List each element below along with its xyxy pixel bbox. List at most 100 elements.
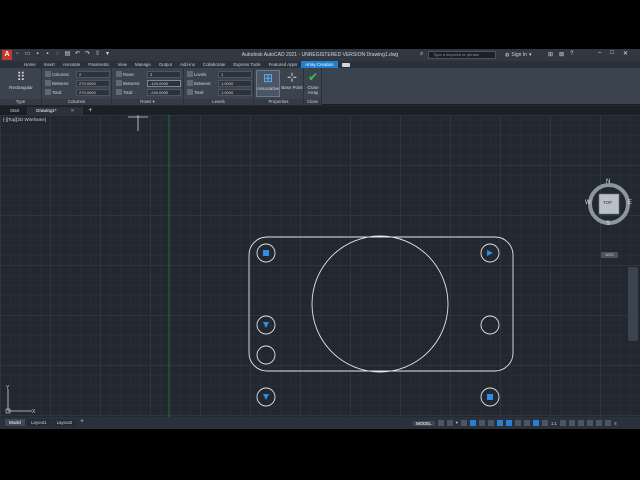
- tab-collaborate[interactable]: Collaborate: [199, 61, 229, 68]
- panel-title-rows[interactable]: Rows ▾: [112, 99, 183, 105]
- tab-add-ins[interactable]: Add-ins: [176, 61, 199, 68]
- close-array-button[interactable]: ✔ Close Array: [304, 70, 322, 95]
- doc-tab-drawing[interactable]: Drawing1* ✕: [28, 107, 84, 115]
- rows-between-row: Between: -120.0000: [116, 79, 181, 87]
- annotation-visibility-icon[interactable]: [541, 420, 548, 426]
- qat-dropdown-icon[interactable]: ▾: [104, 51, 111, 58]
- infer-constraints-icon[interactable]: [460, 420, 467, 426]
- compass-south[interactable]: S: [606, 221, 610, 227]
- levels-count-input[interactable]: 1: [218, 70, 252, 78]
- print-icon[interactable]: ▤: [64, 51, 71, 58]
- save-icon[interactable]: ▪: [34, 51, 41, 58]
- isolate-objects-icon[interactable]: [595, 420, 602, 426]
- rows-count-input[interactable]: 3: [147, 70, 181, 78]
- levels-total-row: Total: 1.0000: [187, 88, 252, 96]
- column-spacing-grip[interactable]: [487, 250, 493, 256]
- panel-title-close: Close: [304, 99, 321, 105]
- app-menu-button[interactable]: A: [2, 50, 12, 60]
- levels-between-input[interactable]: 1.0000: [218, 79, 252, 87]
- redo-icon[interactable]: ↷: [84, 51, 91, 58]
- hole-bottom-left[interactable]: [256, 345, 276, 365]
- tab-view[interactable]: View: [114, 61, 131, 68]
- layout-tab-layout1[interactable]: Layout1: [26, 419, 51, 426]
- levels-total-input[interactable]: 1.0000: [218, 88, 252, 96]
- share-icon[interactable]: ⇧: [94, 51, 101, 58]
- compass-east[interactable]: E: [628, 200, 632, 206]
- new-drawing-tab-button[interactable]: +: [83, 107, 97, 115]
- polar-icon[interactable]: [478, 420, 485, 426]
- search-input[interactable]: Type a keyword or phrase: [428, 51, 496, 59]
- viewcube[interactable]: TOP N S E W: [582, 179, 636, 238]
- base-point-icon: ⊹: [286, 70, 298, 84]
- isodraft-icon[interactable]: [487, 420, 494, 426]
- row-count-grip[interactable]: [263, 394, 269, 400]
- rectangular-button[interactable]: ⠿ Rectangular: [3, 70, 39, 90]
- columns-between-icon: [45, 80, 51, 86]
- annotation-monitor-icon[interactable]: [568, 420, 575, 426]
- wcs-menu[interactable]: WCS: [601, 252, 618, 258]
- layout-tab-layout2[interactable]: Layout2: [52, 419, 77, 426]
- tab-manage[interactable]: Manage: [131, 61, 155, 68]
- drawing-canvas[interactable]: [-][Top][2D Wireframe] Y X TOP N S E W W…: [0, 115, 640, 417]
- rows-total-input[interactable]: -240.0000: [147, 88, 181, 96]
- viewcube-top-label[interactable]: TOP: [603, 200, 612, 205]
- rows-between-input[interactable]: -120.0000: [147, 79, 181, 87]
- columns-count-input[interactable]: 2: [76, 70, 110, 78]
- clean-screen-icon[interactable]: [604, 420, 611, 426]
- tab-express-tools[interactable]: Express Tools: [229, 61, 264, 68]
- tab-output[interactable]: Output: [155, 61, 176, 68]
- tab-featured-apps[interactable]: Featured Apps: [265, 61, 302, 68]
- maximize-icon[interactable]: □: [610, 50, 614, 57]
- associative-button[interactable]: ⊞ Associative: [256, 70, 280, 97]
- base-grip[interactable]: [263, 250, 269, 256]
- help-icon[interactable]: ?: [570, 51, 573, 58]
- quick-properties-icon[interactable]: [586, 420, 593, 426]
- minimize-icon[interactable]: –: [598, 50, 601, 57]
- undo-icon[interactable]: ↶: [74, 51, 81, 58]
- save-as-icon[interactable]: ▪: [44, 51, 51, 58]
- row-spacing-grip[interactable]: [263, 322, 269, 328]
- layout-tab-model[interactable]: Model: [5, 419, 25, 426]
- compass-north[interactable]: N: [606, 179, 610, 185]
- snap-icon[interactable]: [446, 420, 453, 426]
- selection-cycling-icon[interactable]: [532, 420, 539, 426]
- model-space-button[interactable]: MODEL: [413, 420, 435, 426]
- close-icon[interactable]: ✕: [71, 108, 75, 113]
- sign-in-button[interactable]: ◍ Sign In ▾: [505, 52, 531, 58]
- columns-between-input[interactable]: 270.0000: [76, 79, 110, 87]
- snap-dropdown-icon[interactable]: ▾: [456, 420, 458, 426]
- workspace-gear-icon[interactable]: [559, 420, 566, 426]
- close-window-icon[interactable]: ✕: [623, 50, 628, 57]
- tab-array-creation[interactable]: Array Creation: [301, 61, 338, 68]
- customization-menu-icon[interactable]: ≡: [614, 421, 617, 426]
- new-icon[interactable]: ▫: [14, 51, 21, 58]
- annotation-scale-label[interactable]: 1:1: [551, 421, 557, 426]
- corner-grip[interactable]: [487, 394, 493, 400]
- center-circle[interactable]: [311, 235, 449, 373]
- cart-icon[interactable]: ⊞: [548, 51, 553, 58]
- units-icon[interactable]: [577, 420, 584, 426]
- tab-home[interactable]: Home: [20, 61, 40, 68]
- hole-mid-right[interactable]: [480, 315, 500, 335]
- a360-icon[interactable]: ⊠: [559, 51, 564, 58]
- ribbon-minimize-toggle[interactable]: [341, 62, 350, 67]
- navigation-bar[interactable]: [628, 267, 638, 341]
- web-mobile-icon[interactable]: ◌: [54, 51, 61, 58]
- tab-parametric[interactable]: Parametric: [84, 61, 113, 68]
- add-layout-button[interactable]: +: [78, 419, 86, 426]
- grid-icon[interactable]: [437, 420, 444, 426]
- transparency-icon[interactable]: [523, 420, 530, 426]
- object-snap-tracking-icon[interactable]: [496, 420, 503, 426]
- lineweight-icon[interactable]: [514, 420, 521, 426]
- object-snap-icon[interactable]: [505, 420, 512, 426]
- ortho-icon[interactable]: [469, 420, 476, 426]
- open-icon[interactable]: ▭: [24, 51, 31, 58]
- tab-insert[interactable]: Insert: [40, 61, 59, 68]
- base-point-button[interactable]: ⊹ Base Point: [280, 70, 304, 90]
- tab-annotate[interactable]: Annotate: [59, 61, 85, 68]
- doc-tab-start[interactable]: Start: [2, 107, 29, 115]
- compass-west[interactable]: W: [585, 200, 591, 206]
- chevron-down-icon: ▾: [528, 52, 532, 58]
- columns-total-input[interactable]: 270.0000: [76, 88, 110, 96]
- plate-outline[interactable]: [248, 236, 514, 372]
